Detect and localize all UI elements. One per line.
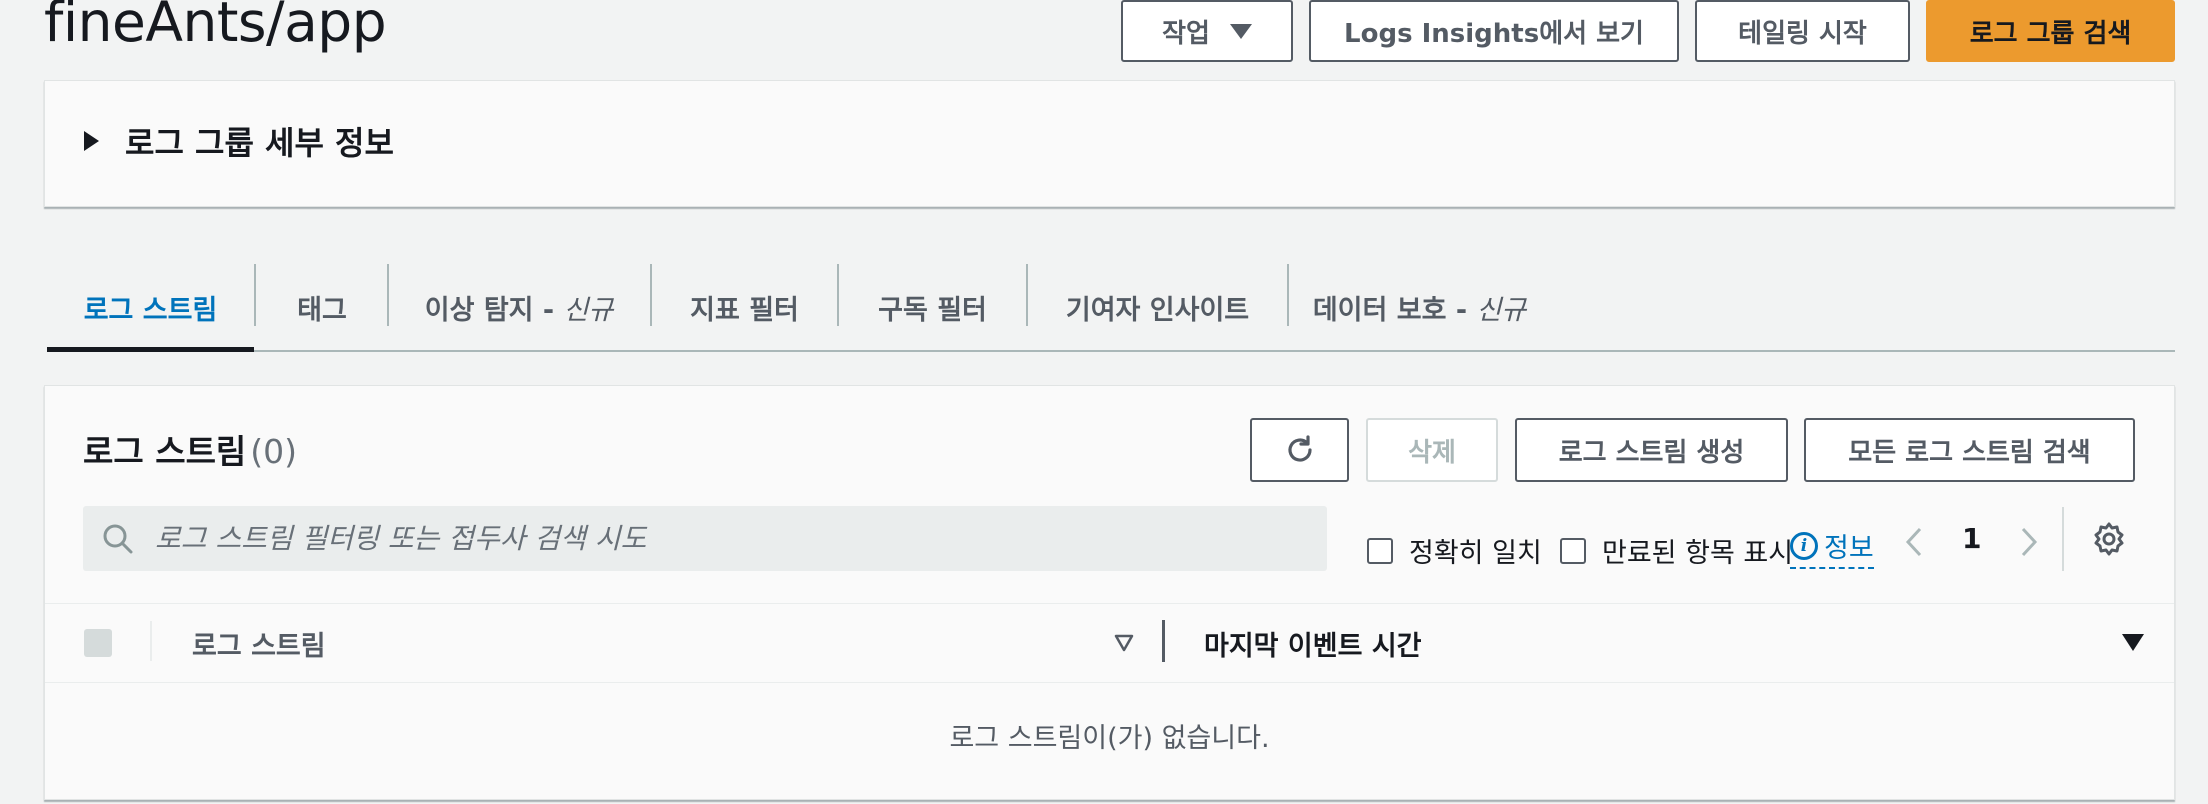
tab-subscription-filters[interactable]: 구독 필터 — [839, 264, 1026, 350]
info-icon: i — [1790, 531, 1818, 560]
settings-gear-icon[interactable] — [2090, 520, 2128, 558]
checkbox[interactable] — [1560, 537, 1586, 564]
tab-label: 태그 — [297, 294, 347, 326]
tab-tags[interactable]: 태그 — [256, 264, 388, 350]
tab-label: 기여자 인사이트 — [1065, 294, 1250, 326]
log-group-details-toggle[interactable]: 로그 그룹 세부 정보 — [84, 118, 394, 164]
tab-label: 구독 필터 — [878, 294, 987, 326]
tab-data-protection[interactable]: 데이터 보호 - 신규 — [1289, 264, 1550, 350]
sort-icon[interactable] — [1113, 633, 1135, 653]
search-all-log-streams-button[interactable]: 모든 로그 스트림 검색 — [1804, 418, 2135, 482]
search-icon — [103, 524, 133, 553]
actions-dropdown-button[interactable]: 작업 — [1121, 0, 1293, 62]
page-number[interactable]: 1 — [1962, 522, 1981, 555]
caret-down-icon — [1229, 23, 1252, 39]
view-in-logs-insights-button[interactable]: Logs Insights에서 보기 — [1309, 0, 1679, 62]
tab-label: 지표 필터 — [690, 294, 799, 326]
table-header — [45, 603, 2174, 683]
column-divider — [150, 621, 152, 661]
tab-label: 데이터 보호 - — [1312, 294, 1477, 326]
chevron-right-icon[interactable] — [2013, 524, 2043, 560]
details-label: 로그 그룹 세부 정보 — [125, 124, 394, 162]
actions-label: 작업 — [1162, 18, 1210, 49]
tab-label: 로그 스트림 — [83, 294, 218, 326]
expand-triangle-icon — [84, 131, 99, 151]
show-expired-label: 만료된 항목 표시 — [1602, 538, 1794, 569]
column-header-log-stream[interactable]: 로그 스트림 — [192, 624, 326, 663]
info-link[interactable]: i 정보 — [1790, 526, 1874, 569]
refresh-icon — [1287, 435, 1312, 462]
start-tailing-button[interactable]: 테일링 시작 — [1695, 0, 1910, 62]
exact-match-label: 정확히 일치 — [1409, 538, 1542, 569]
new-badge: 신규 — [1476, 294, 1527, 326]
column-header-last-event-time[interactable]: 마지막 이벤트 시간 — [1204, 624, 1422, 663]
search-log-group-button[interactable]: 로그 그룹 검색 — [1926, 0, 2175, 62]
empty-state-message: 로그 스트림이(가) 없습니다. — [949, 723, 1270, 754]
select-all-checkbox[interactable] — [84, 629, 112, 657]
tab-label: 이상 탐지 - — [424, 294, 564, 326]
page-title: fineAnts/app — [44, 0, 387, 54]
delete-button[interactable]: 삭제 — [1366, 418, 1498, 482]
tab-contributor-insights[interactable]: 기여자 인사이트 — [1028, 264, 1287, 350]
pagination-divider — [2062, 507, 2064, 571]
create-log-stream-button[interactable]: 로그 스트림 생성 — [1515, 418, 1788, 482]
tab-log-streams[interactable]: 로그 스트림 — [47, 264, 254, 352]
show-expired-checkbox[interactable]: 만료된 항목 표시 — [1560, 531, 1793, 570]
refresh-button[interactable] — [1250, 418, 1349, 482]
new-badge: 신규 — [563, 294, 614, 326]
log-streams-title: 로그 스트림 — [83, 432, 247, 471]
sort-descending-icon[interactable] — [2122, 634, 2144, 651]
log-streams-heading: 로그 스트림 (0) — [83, 425, 297, 473]
info-label: 정보 — [1824, 533, 1874, 564]
tab-bar: 로그 스트림 태그 이상 탐지 - 신규 지표 필터 구독 필터 기여자 인사이… — [47, 264, 2175, 352]
chevron-left-icon[interactable] — [1900, 524, 1930, 560]
search-input[interactable] — [153, 521, 1257, 556]
exact-match-checkbox[interactable]: 정확히 일치 — [1367, 531, 1542, 570]
log-stream-search-box[interactable] — [83, 506, 1327, 571]
log-streams-count: (0) — [250, 432, 298, 471]
tab-metric-filters[interactable]: 지표 필터 — [652, 264, 837, 350]
tab-anomaly-detection[interactable]: 이상 탐지 - 신규 — [389, 264, 649, 350]
checkbox[interactable] — [1367, 537, 1393, 564]
column-resize-handle[interactable] — [1162, 620, 1165, 662]
